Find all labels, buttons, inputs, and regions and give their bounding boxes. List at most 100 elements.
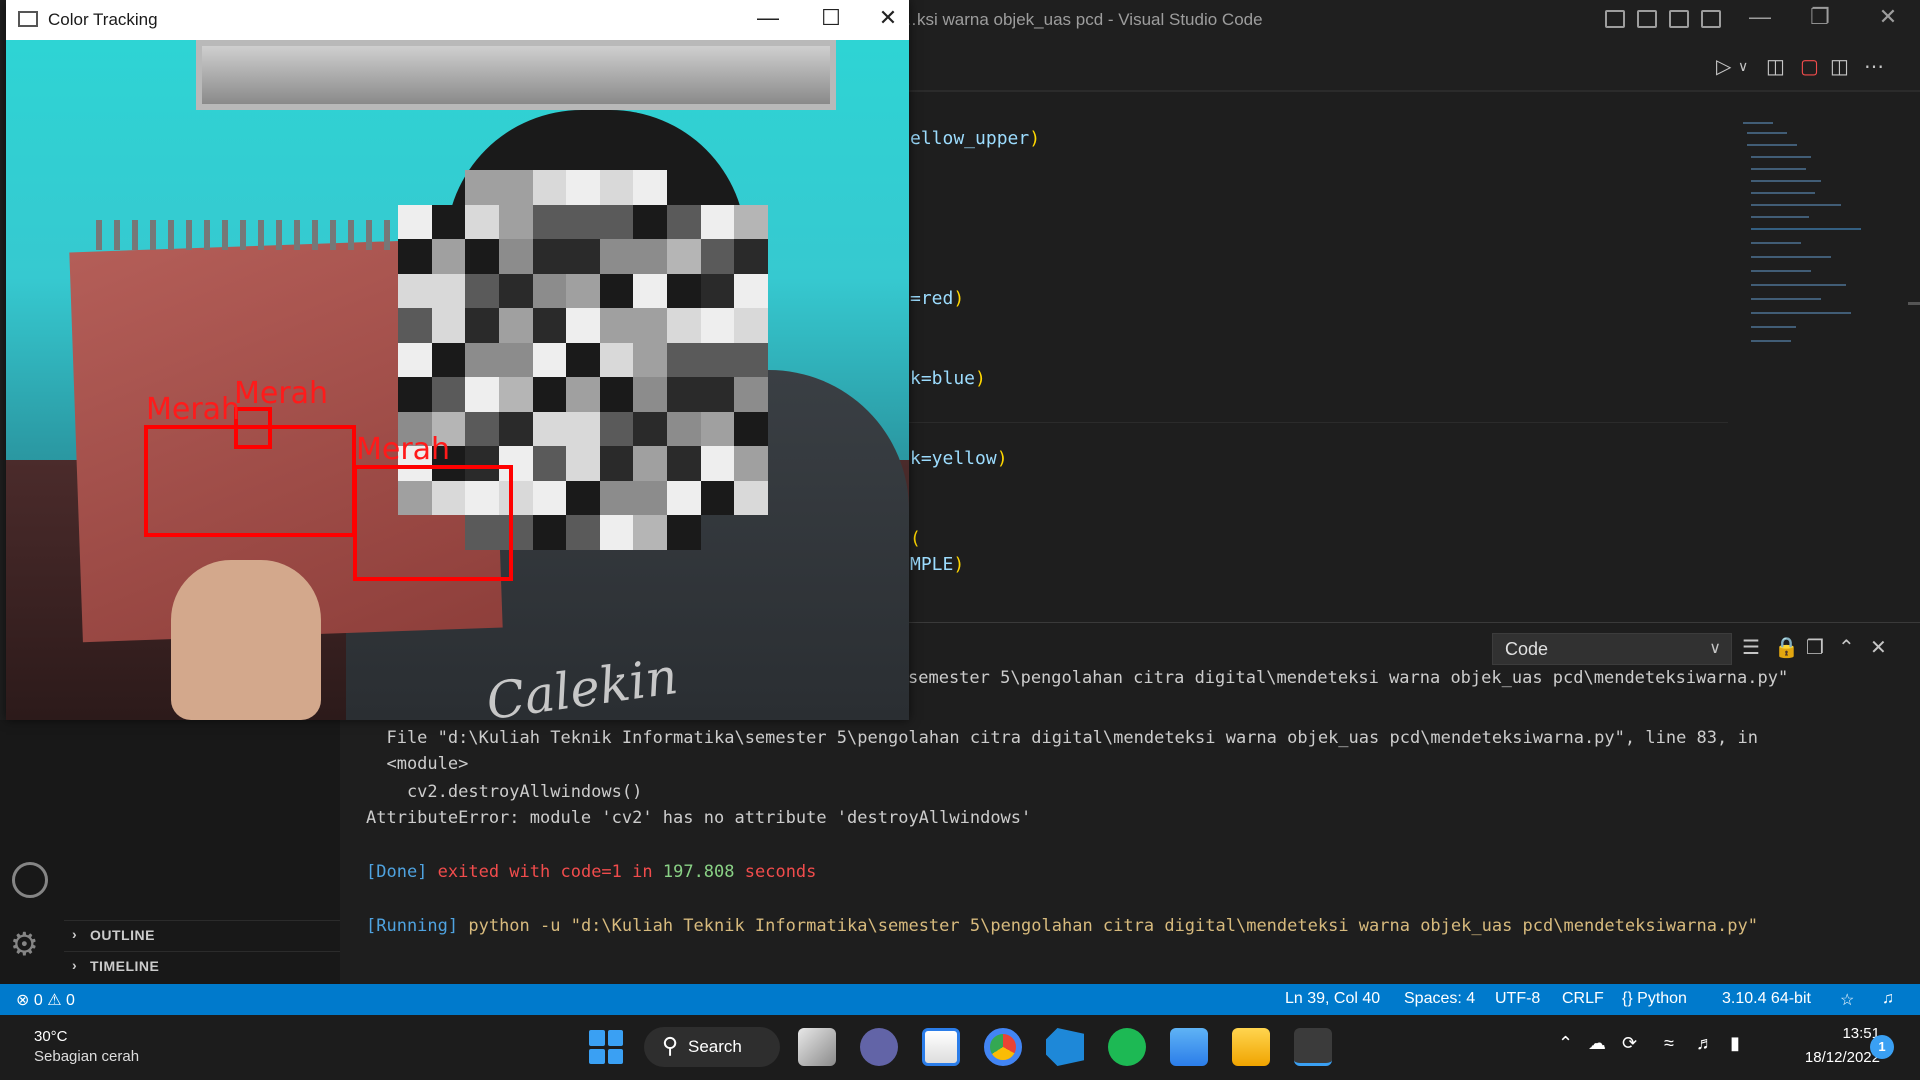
output-running-line: [Running] python -u "d:\Kuliah Teknik In… bbox=[366, 916, 1758, 936]
notepad-icon[interactable] bbox=[1170, 1028, 1208, 1066]
code-line: ellow_upper) bbox=[910, 128, 1041, 149]
app-icon bbox=[18, 11, 38, 27]
split-editor-icon[interactable]: ◫ bbox=[1830, 54, 1849, 79]
python-app-icon[interactable] bbox=[1294, 1028, 1332, 1066]
encoding[interactable]: UTF-8 bbox=[1495, 990, 1540, 1008]
color-tracking-window: Color Tracking — ☐ ✕ Calekin Merah Merah… bbox=[6, 0, 909, 720]
taskbar: 30°C Sebagian cerah ⚲ Search ⌃ ☁ ⟳ ≈ ♬ ▮… bbox=[0, 1015, 1920, 1080]
code-line: k=blue) bbox=[910, 368, 986, 389]
toggle-primary-sidebar-icon[interactable] bbox=[1605, 10, 1625, 28]
problems-indicator[interactable]: ⊗ 0 ⚠ 0 bbox=[16, 990, 75, 1010]
close-panel-icon[interactable]: ✕ bbox=[1870, 635, 1887, 660]
stop-code-run-icon[interactable]: ▢ bbox=[1800, 54, 1819, 79]
minimize-button[interactable]: — bbox=[1740, 4, 1780, 30]
vscode-window-title: …ksi warna objek_uas pcd - Visual Studio… bbox=[900, 10, 1263, 29]
timeline-section[interactable]: › TIMELINE bbox=[64, 951, 340, 981]
run-dropdown-chevron-icon[interactable]: ∨ bbox=[1738, 58, 1748, 75]
microsoft-store-icon[interactable] bbox=[922, 1028, 960, 1066]
maximize-panel-icon[interactable]: ⌃ bbox=[1838, 635, 1855, 660]
vscode-icon[interactable] bbox=[1046, 1028, 1084, 1066]
editor-divider bbox=[908, 422, 1728, 423]
code-line: =red) bbox=[910, 288, 965, 309]
gear-icon[interactable]: ⚙ bbox=[10, 925, 39, 963]
indentation[interactable]: Spaces: 4 bbox=[1404, 990, 1475, 1008]
weather-temperature: 30°C bbox=[34, 1028, 68, 1045]
chevron-up-icon[interactable]: ⌃ bbox=[1558, 1033, 1573, 1054]
timeline-label: TIMELINE bbox=[90, 958, 160, 974]
code-line: MPLE) bbox=[910, 554, 965, 575]
output-line: <module> bbox=[366, 754, 469, 774]
output-channel-select[interactable]: Code ∨ bbox=[1492, 633, 1732, 665]
output-line: File "d:\Kuliah Teknik Informatika\semes… bbox=[366, 728, 1758, 748]
error-count: 0 bbox=[33, 992, 43, 1009]
hand bbox=[171, 560, 321, 720]
detection-label: Merah bbox=[234, 376, 329, 411]
code-line: k=yellow) bbox=[910, 448, 1008, 469]
detection-label: Merah bbox=[356, 432, 451, 467]
sync-icon[interactable]: ⟳ bbox=[1622, 1033, 1637, 1054]
activity-bar: ⚙ bbox=[0, 720, 64, 984]
outline-label: OUTLINE bbox=[90, 927, 155, 943]
output-line: AttributeError: module 'cv2' has no attr… bbox=[366, 808, 1032, 828]
detection-box bbox=[353, 465, 513, 581]
maximize-button[interactable]: ☐ bbox=[811, 5, 851, 31]
close-button[interactable]: ✕ bbox=[868, 5, 908, 31]
notification-badge[interactable]: 1 bbox=[1870, 1035, 1894, 1059]
warning-icon: ⚠ bbox=[47, 992, 62, 1009]
lock-scroll-icon[interactable]: 🔒 bbox=[1774, 635, 1799, 660]
chevron-down-icon: ∨ bbox=[1709, 640, 1721, 657]
open-log-icon[interactable]: ❐ bbox=[1806, 635, 1824, 660]
outline-section[interactable]: › OUTLINE bbox=[64, 920, 340, 950]
toggle-panel-icon[interactable] bbox=[1637, 10, 1657, 28]
color-tracking-title: Color Tracking bbox=[48, 10, 158, 29]
error-icon: ⊗ bbox=[16, 992, 30, 1009]
color-tracking-titlebar: Color Tracking — ☐ ✕ bbox=[6, 0, 909, 40]
cursor-position[interactable]: Ln 39, Col 40 bbox=[1285, 990, 1380, 1008]
editor-toolbar: ▷ ∨ ◫ ▢ ◫ ⋯ bbox=[908, 40, 1920, 90]
accounts-icon[interactable] bbox=[12, 862, 48, 898]
output-panel[interactable]: semester 5\pengolahan citra digital\mend… bbox=[340, 668, 1920, 984]
warning-count: 0 bbox=[66, 992, 75, 1009]
close-button[interactable]: ✕ bbox=[1868, 4, 1908, 30]
editor-scrollbar[interactable] bbox=[1908, 302, 1920, 305]
clear-output-icon[interactable]: ☰ bbox=[1742, 635, 1760, 660]
volume-icon[interactable]: ♬ bbox=[1696, 1033, 1714, 1054]
minimap[interactable] bbox=[1743, 122, 1863, 372]
detection-label: Merah bbox=[146, 392, 241, 427]
status-bar: ⊗ 0 ⚠ 0 Ln 39, Col 40 Spaces: 4 UTF-8 CR… bbox=[0, 984, 1920, 1015]
restore-button[interactable]: ❐ bbox=[1800, 4, 1840, 30]
battery-icon[interactable]: ▮ bbox=[1730, 1033, 1740, 1054]
code-editor[interactable]: ellow_upper) =red) k=blue) k=yellow) ( M… bbox=[908, 90, 1920, 620]
language-label: Python bbox=[1637, 990, 1687, 1007]
windows-start-icon[interactable] bbox=[589, 1030, 623, 1064]
chrome-icon[interactable] bbox=[984, 1028, 1022, 1066]
customize-layout-icon[interactable] bbox=[1701, 10, 1721, 28]
bell-icon[interactable]: ♫ bbox=[1882, 990, 1894, 1008]
weather-description: Sebagian cerah bbox=[34, 1048, 140, 1065]
minimize-button[interactable]: — bbox=[748, 5, 788, 31]
python-interpreter[interactable]: 3.10.4 64-bit bbox=[1722, 990, 1811, 1008]
teams-chat-icon[interactable] bbox=[860, 1028, 898, 1066]
wall-picture-frame bbox=[196, 40, 836, 110]
task-view-icon[interactable] bbox=[798, 1028, 836, 1066]
camera-feed: Calekin Merah Merah Merah bbox=[6, 40, 909, 720]
end-of-line[interactable]: CRLF bbox=[1562, 990, 1604, 1008]
chevron-right-icon: › bbox=[72, 957, 78, 973]
braces-icon: {} bbox=[1622, 990, 1633, 1007]
output-line: semester 5\pengolahan citra digital\mend… bbox=[908, 668, 1789, 688]
clock-date[interactable]: 18/12/2022 bbox=[1775, 1049, 1880, 1066]
code-line: ( bbox=[910, 528, 921, 549]
feedback-icon[interactable]: ☆ bbox=[1840, 990, 1854, 1010]
toggle-secondary-sidebar-icon[interactable] bbox=[1669, 10, 1689, 28]
run-icon[interactable]: ▷ bbox=[1716, 54, 1731, 79]
more-actions-icon[interactable]: ⋯ bbox=[1864, 54, 1884, 79]
file-explorer-icon[interactable] bbox=[1232, 1028, 1270, 1066]
wifi-icon[interactable]: ≈ bbox=[1664, 1033, 1674, 1054]
onedrive-icon[interactable]: ☁ bbox=[1588, 1033, 1606, 1054]
spotify-icon[interactable] bbox=[1108, 1028, 1146, 1066]
open-changes-icon[interactable]: ◫ bbox=[1766, 54, 1785, 79]
output-channel-label: Code bbox=[1505, 639, 1549, 659]
taskbar-search[interactable]: ⚲ Search bbox=[644, 1027, 780, 1067]
language-mode[interactable]: {} Python bbox=[1622, 990, 1687, 1008]
output-line: cv2.destroyAllwindows() bbox=[366, 782, 643, 802]
